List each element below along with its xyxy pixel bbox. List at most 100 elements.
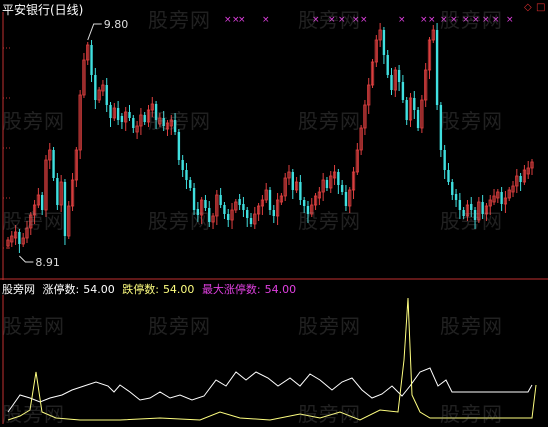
candle-body — [401, 82, 405, 100]
candle-body — [249, 218, 253, 224]
candle-body — [340, 185, 344, 192]
limit-down-line — [7, 297, 537, 421]
candle-body — [18, 232, 21, 244]
limit-marker-icon: × — [352, 15, 360, 25]
candle-body — [291, 172, 294, 190]
candle-body — [227, 214, 230, 220]
candle-body — [120, 116, 124, 122]
square-icon[interactable]: □ — [536, 2, 545, 13]
limit-marker-icon: × — [312, 15, 320, 25]
candle-body — [246, 210, 249, 218]
limit-up-label: 涨停数: — [42, 283, 80, 296]
candle-body — [181, 160, 184, 170]
limit-marker-icon: × — [238, 15, 246, 25]
high-price-label: 9.80 — [104, 18, 129, 31]
candle-body — [462, 210, 465, 216]
chart-title: 平安银行(日线) — [2, 3, 84, 17]
candle-body — [325, 180, 329, 188]
limit-marker-icon: × — [462, 15, 470, 25]
candle-body — [447, 170, 450, 182]
candle-body — [143, 115, 146, 122]
candle-body — [238, 199, 241, 205]
candle-body — [94, 75, 97, 100]
candle-body — [443, 150, 446, 170]
limit-marker-icon: × — [450, 15, 458, 25]
candle-body — [435, 30, 439, 105]
candle-body — [132, 118, 135, 128]
limit-marker-icon: × — [360, 15, 368, 25]
chart-window[interactable]: 9.80 8.91 × × × × × × × × × × × × × × × × × × × — [0, 0, 548, 424]
low-price-label: 8.91 — [35, 256, 60, 269]
candle-body — [413, 98, 416, 110]
limit-marker-icon: × — [262, 15, 270, 25]
candle-body — [500, 192, 503, 204]
candle-body — [154, 104, 158, 120]
limit-down-value: 54.00 — [162, 283, 195, 296]
candle-body — [302, 200, 306, 206]
candle-body — [185, 170, 188, 180]
candle-body — [242, 204, 245, 210]
candle-body — [470, 204, 473, 210]
limit-marker-icon: × — [420, 15, 428, 25]
limit-marker-icon: × — [440, 15, 448, 25]
high-pointer — [87, 23, 102, 41]
limit-up-value: 54.00 — [83, 283, 115, 296]
candle-body — [390, 75, 393, 90]
max-limit-up-value: 54.00 — [264, 283, 297, 296]
limit-marker-icon: × — [224, 15, 232, 25]
candle-body — [56, 178, 59, 205]
candle-body — [162, 118, 165, 126]
limit-down-label: 跌停数: — [122, 283, 159, 296]
candle-body — [306, 206, 310, 214]
candle-body — [439, 105, 443, 150]
limit-marker-icon: × — [398, 15, 406, 25]
candle-body — [519, 176, 522, 182]
max-limit-up-label: 最大涨停数: — [201, 283, 261, 296]
candle-body — [52, 150, 55, 178]
candle-body — [458, 200, 462, 210]
candle-body — [219, 195, 222, 205]
candle-body — [405, 100, 408, 120]
candle-body — [299, 182, 302, 200]
candle-body — [90, 45, 93, 75]
candle-body — [204, 200, 207, 208]
candle-body — [337, 172, 340, 185]
low-pointer — [19, 255, 34, 263]
candle-body — [382, 30, 386, 55]
candle-body — [177, 132, 181, 160]
diamond-icon[interactable]: ◇ — [524, 2, 532, 13]
candle-body — [196, 209, 200, 215]
indicator-header: 股旁网 涨停数: 54.00 跌停数: 54.00 最大涨停数: 54.00 — [2, 281, 300, 297]
price-chart[interactable]: 9.808.91× ×× × × × × × × × × × × × × × × × × — [0, 0, 548, 424]
limit-marker-icon: × — [428, 15, 436, 25]
candle-body — [192, 188, 196, 210]
candle-body — [416, 110, 420, 128]
candle-body — [116, 108, 120, 120]
candle-body — [173, 120, 177, 132]
limit-marker-icon: × — [338, 15, 346, 25]
candle-body — [128, 112, 131, 118]
candle-body — [223, 205, 226, 214]
candle-body — [63, 182, 67, 236]
limit-marker-icon: × — [506, 15, 514, 25]
indicator-name: 股旁网 — [2, 283, 35, 296]
candle-body — [397, 70, 401, 82]
candle-body — [481, 202, 484, 214]
candle-body — [105, 85, 108, 105]
limit-marker-icon: × — [492, 15, 500, 25]
candle-body — [272, 210, 275, 216]
limit-marker-icon: × — [482, 15, 490, 25]
candle-body — [344, 192, 348, 206]
limit-marker-icon: × — [472, 15, 480, 25]
limit-marker-icon: × — [328, 15, 336, 25]
candle-body — [208, 208, 211, 222]
candle-body — [109, 105, 112, 118]
limit-up-line — [7, 367, 533, 413]
candle-body — [473, 210, 477, 220]
candle-body — [189, 180, 192, 188]
candle-body — [451, 182, 454, 195]
candle-body — [454, 194, 458, 200]
candle-body — [268, 190, 272, 210]
candle-body — [40, 195, 44, 210]
candle-body — [386, 55, 389, 75]
